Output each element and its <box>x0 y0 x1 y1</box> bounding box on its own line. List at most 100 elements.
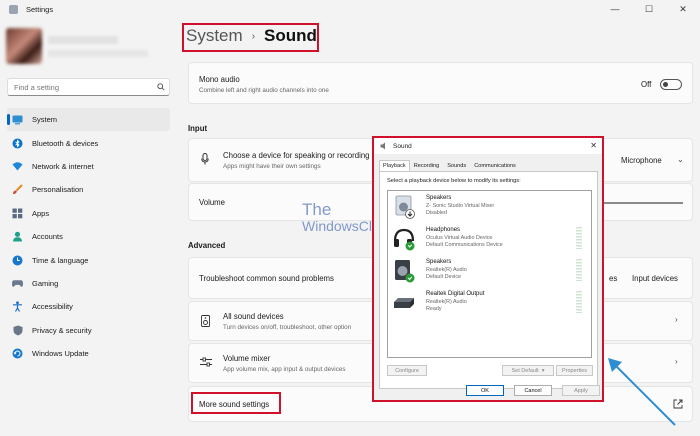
device-desc: Oculus Virtual Audio Device <box>426 235 493 241</box>
sidebar-item-apps[interactable]: Apps <box>7 202 170 225</box>
mono-audio-card: Mono audio Combine left and right audio … <box>188 62 693 104</box>
input-device-title: Choose a device for speaking or recordin… <box>223 151 370 160</box>
input-devices-button[interactable]: Input devices <box>632 274 678 283</box>
sidebar-item-label: Privacy & security <box>32 325 92 335</box>
device-name: Realtek Digital Output <box>426 291 485 297</box>
close-button[interactable]: ✕ <box>666 0 700 18</box>
mixer-icon <box>200 357 212 369</box>
bluetooth-icon <box>12 138 23 149</box>
wifi-icon <box>12 161 23 172</box>
set-default-button[interactable]: Set Default ▾ <box>502 365 554 376</box>
brush-icon <box>12 184 23 195</box>
volume-mixer-desc: App volume mix, app input & output devic… <box>223 366 346 373</box>
mono-audio-desc: Combine left and right audio channels in… <box>199 87 329 94</box>
chevron-down-icon[interactable]: ⌄ <box>677 155 684 164</box>
input-device-select[interactable]: Microphone <box>621 156 662 165</box>
device-name: Speakers <box>426 259 452 265</box>
sidebar-item-label: Personalisation <box>32 185 84 195</box>
headphones-icon <box>392 227 416 251</box>
output-devices-button[interactable]: es <box>609 274 617 283</box>
mono-audio-state: Off <box>641 80 652 89</box>
sidebar-item-accounts[interactable]: Accounts <box>7 225 170 248</box>
globe-clock-icon <box>12 255 23 266</box>
dialog-titlebar: Sound ✕ <box>374 138 602 154</box>
troubleshoot-title: Troubleshoot common sound problems <box>199 274 334 283</box>
speaker-device-icon <box>201 315 210 329</box>
search-input[interactable]: Find a setting <box>7 78 170 96</box>
accessibility-icon <box>12 301 23 313</box>
configure-button[interactable]: Configure <box>387 365 427 376</box>
playback-instruction: Select a playback device below to modify… <box>387 178 521 184</box>
sidebar-item-label: Accessibility <box>32 302 73 312</box>
monitor-icon <box>12 114 23 125</box>
settings-app-icon <box>9 4 18 14</box>
volume-slider[interactable] <box>603 202 683 204</box>
avatar[interactable] <box>6 28 42 64</box>
all-sound-devices-title: All sound devices <box>223 312 284 321</box>
shield-icon <box>12 325 23 336</box>
input-device-desc: Apps might have their own settings <box>223 163 321 170</box>
chevron-right-icon: › <box>675 315 678 324</box>
titlebar: Settings — ☐ ✕ <box>0 0 700 18</box>
minimize-button[interactable]: — <box>598 0 632 18</box>
apply-button[interactable]: Apply <box>562 385 600 396</box>
sidebar-item-label: Time & language <box>32 255 89 265</box>
microphone-icon <box>201 153 209 167</box>
device-desc: Z- Sonic Studio Virtual Mixer <box>426 203 495 209</box>
sidebar-item-accessibility[interactable]: Accessibility <box>7 295 170 318</box>
sidebar-item-time-language[interactable]: Time & language <box>7 248 170 271</box>
sidebar-item-system[interactable]: System <box>7 108 170 132</box>
sidebar-item-label: Windows Update <box>32 349 89 359</box>
annotation-arrow-icon <box>608 358 676 426</box>
device-desc: Realtek(R) Audio <box>426 267 467 273</box>
volume-label: Volume <box>199 198 226 207</box>
mono-audio-toggle[interactable] <box>660 79 682 90</box>
playback-panel: Select a playback device below to modify… <box>379 171 598 389</box>
window-title: Settings <box>26 4 54 14</box>
list-item[interactable]: Speakers Z- Sonic Studio Virtual Mixer D… <box>392 195 588 225</box>
profile-email-blurred <box>48 50 148 57</box>
sound-dialog: Sound ✕ Playback Recording Sounds Commun… <box>372 136 604 402</box>
device-status: Ready <box>426 306 442 312</box>
sidebar-item-bluetooth[interactable]: Bluetooth & devices <box>7 131 170 154</box>
dialog-close-icon[interactable]: ✕ <box>590 141 597 150</box>
sidebar-item-label: System <box>32 115 58 125</box>
mono-audio-title: Mono audio <box>199 75 240 84</box>
level-meter <box>576 291 582 313</box>
sidebar-item-gaming[interactable]: Gaming <box>7 272 170 295</box>
ok-button[interactable]: OK <box>466 385 504 396</box>
device-status: Default Communications Device <box>426 242 503 248</box>
sidebar-nav: System Bluetooth & devices Network & int… <box>7 108 170 365</box>
sidebar-item-personalisation[interactable]: Personalisation <box>7 178 170 201</box>
set-default-label: Set Default <box>511 367 539 374</box>
device-name: Headphones <box>426 227 461 233</box>
sidebar-item-network[interactable]: Network & internet <box>7 155 170 178</box>
title-highlight-box <box>182 23 319 52</box>
volume-mixer-title: Volume mixer <box>223 354 271 363</box>
sidebar-item-windows-update[interactable]: Windows Update <box>7 342 170 365</box>
update-icon <box>12 348 23 359</box>
sidebar-item-privacy[interactable]: Privacy & security <box>7 319 170 342</box>
apps-icon <box>12 208 23 219</box>
sidebar-item-label: Accounts <box>32 232 63 242</box>
input-section-label: Input <box>188 124 208 133</box>
device-list[interactable]: Speakers Z- Sonic Studio Virtual Mixer D… <box>387 190 592 358</box>
list-item[interactable]: Realtek Digital Output Realtek(R) Audio … <box>392 291 588 321</box>
advanced-section-label: Advanced <box>188 241 226 250</box>
dropdown-arrow-icon[interactable]: ▾ <box>542 368 545 374</box>
cancel-button[interactable]: Cancel <box>514 385 552 396</box>
search-icon[interactable] <box>153 83 169 91</box>
profile-name-blurred <box>48 36 118 44</box>
device-status: Default Device <box>426 274 462 280</box>
list-item[interactable]: Speakers Realtek(R) Audio Default Device <box>392 259 588 289</box>
person-icon <box>12 231 23 242</box>
all-sound-devices-desc: Turn devices on/off, troubleshoot, other… <box>223 324 352 331</box>
digital-output-icon <box>392 291 416 315</box>
device-name: Speakers <box>426 195 452 201</box>
speaker-device-icon <box>392 259 416 283</box>
maximize-button[interactable]: ☐ <box>632 0 666 18</box>
list-item[interactable]: Headphones Oculus Virtual Audio Device D… <box>392 227 588 257</box>
window-controls: — ☐ ✕ <box>598 0 700 18</box>
properties-button[interactable]: Properties <box>556 365 593 376</box>
sidebar-item-label: Gaming <box>32 278 59 288</box>
